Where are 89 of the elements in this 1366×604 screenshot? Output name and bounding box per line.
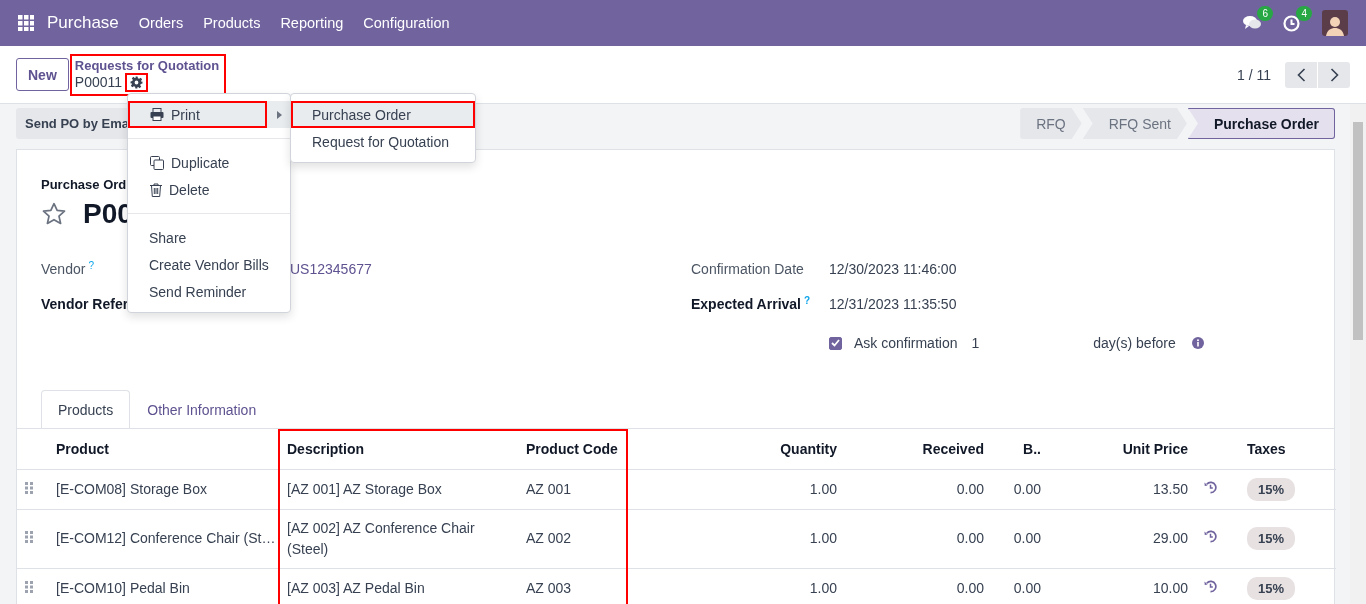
activity-count-badge: 4 bbox=[1296, 5, 1312, 21]
tab[interactable]: Products bbox=[41, 390, 131, 429]
chat-icon[interactable] bbox=[1243, 15, 1261, 31]
drag-handle-icon[interactable] bbox=[25, 580, 33, 593]
settings-button[interactable] bbox=[125, 72, 149, 92]
previous-button[interactable] bbox=[1285, 61, 1317, 88]
nav-menu-item[interactable]: Orders bbox=[138, 15, 184, 31]
table-cell: 1.00 bbox=[628, 509, 845, 568]
table-cell: 0.00 bbox=[992, 469, 1049, 509]
tax-tag[interactable]: 15% bbox=[1247, 576, 1296, 600]
column-header[interactable]: Received bbox=[845, 429, 992, 469]
table-cell: AZ 002 bbox=[518, 509, 628, 568]
drag-handle-icon[interactable] bbox=[25, 531, 33, 543]
table-cell: 0.00 bbox=[992, 509, 1049, 568]
days-suffix: day(s) before bbox=[1093, 335, 1176, 351]
tax-tag[interactable]: 15% bbox=[1247, 527, 1296, 550]
column-header[interactable]: Description bbox=[279, 429, 518, 469]
app-name[interactable]: Purchase bbox=[47, 13, 119, 33]
menu-item[interactable]: Create Vendor Bills bbox=[128, 251, 290, 278]
column-header[interactable]: Quantity bbox=[628, 429, 845, 469]
table-cell: [E-COM08] Storage Box bbox=[48, 469, 279, 509]
table-cell: 0.00 bbox=[992, 568, 1049, 604]
table-cell: AZ 001 bbox=[518, 469, 628, 509]
caret-icon bbox=[277, 110, 282, 119]
chevron-right-icon bbox=[1329, 67, 1339, 82]
table-cell: 29.00 bbox=[1049, 509, 1196, 568]
field-label: Vendor $^{?}$ bbox=[41, 261, 94, 278]
record-name: P00011 bbox=[74, 73, 123, 91]
message-count-badge: 6 bbox=[1257, 6, 1273, 21]
checkbox[interactable] bbox=[829, 336, 842, 350]
menu-item[interactable]: Share bbox=[128, 224, 290, 251]
status-stage[interactable]: RFQ bbox=[1020, 108, 1082, 139]
table-cell: [E-COM12] Conference Chair (St… bbox=[48, 509, 279, 568]
table-cell: 0.00 bbox=[845, 469, 992, 509]
history-icon[interactable] bbox=[1204, 579, 1217, 593]
status-stage[interactable]: Purchase Order bbox=[1187, 108, 1335, 139]
column-header[interactable]: Product Code bbox=[518, 429, 628, 469]
checkbox-label: Ask confirmation bbox=[854, 335, 958, 351]
column-header[interactable]: Product bbox=[48, 429, 279, 469]
date-field[interactable]: 12/31/2023 11:35:50 bbox=[829, 295, 957, 312]
column-header[interactable]: B.. bbox=[992, 429, 1049, 469]
field-label: Vendor Refer bbox=[41, 295, 129, 312]
menu-item[interactable]: Send Reminder bbox=[128, 278, 290, 305]
table-cell: [AZ 001] AZ Storage Box bbox=[279, 469, 518, 509]
nav-menu-item[interactable]: Products bbox=[203, 15, 261, 31]
table-cell: [E-COM10] Pedal Bin bbox=[48, 568, 279, 604]
pager-value[interactable]: 1 / 11 bbox=[1237, 66, 1271, 83]
table-cell: 1.00 bbox=[628, 568, 845, 604]
nav-menu-item[interactable]: Configuration bbox=[363, 15, 450, 31]
table-cell: [AZ 002] AZ Conference Chair (Steel) bbox=[279, 509, 518, 568]
new-button[interactable]: New bbox=[16, 58, 69, 91]
field-label: Confirmation Date bbox=[691, 260, 804, 277]
table-cell: AZ 003 bbox=[518, 568, 628, 604]
printer-icon bbox=[150, 108, 164, 121]
vendor-field[interactable]: US12345677 bbox=[290, 260, 372, 277]
field-label: Purchase Ord bbox=[41, 177, 127, 192]
next-button[interactable] bbox=[1318, 61, 1350, 88]
clock-icon[interactable] bbox=[1283, 14, 1300, 32]
field-label: Expected Arrival $^{?}$ bbox=[691, 296, 811, 313]
table-cell: [AZ 003] AZ Pedal Bin bbox=[279, 568, 518, 604]
table-cell: 0.00 bbox=[845, 509, 992, 568]
menu-item[interactable]: Delete bbox=[128, 176, 290, 203]
menu-item[interactable]: Purchase Order bbox=[291, 101, 475, 128]
star-icon[interactable] bbox=[41, 201, 67, 227]
table-cell: 13.50 bbox=[1049, 469, 1196, 509]
days-field[interactable]: 1 bbox=[971, 335, 980, 351]
menu-item[interactable]: Print bbox=[128, 101, 290, 128]
menu-item[interactable]: Duplicate bbox=[128, 149, 290, 176]
apps-menu-icon[interactable] bbox=[18, 15, 34, 31]
table-cell: 10.00 bbox=[1049, 568, 1196, 604]
history-icon[interactable] bbox=[1204, 530, 1217, 543]
nav-menu-item[interactable]: Reporting bbox=[280, 15, 344, 31]
user-avatar[interactable] bbox=[1322, 10, 1348, 36]
drag-handle-icon[interactable] bbox=[25, 481, 33, 494]
menu-item[interactable]: Request for Quotation bbox=[291, 128, 475, 155]
chevron-left-icon bbox=[1296, 67, 1306, 82]
column-header[interactable]: Taxes bbox=[1239, 429, 1336, 469]
trash-icon bbox=[150, 182, 162, 197]
table-cell: 1.00 bbox=[628, 469, 845, 509]
breadcrumb-link[interactable]: Requests for Quotation bbox=[74, 57, 220, 73]
date-field[interactable]: 12/30/2023 11:46:00 bbox=[829, 260, 957, 277]
table-cell: 0.00 bbox=[845, 568, 992, 604]
status-stage[interactable]: RFQ Sent bbox=[1082, 108, 1187, 139]
info-icon[interactable] bbox=[1191, 337, 1204, 349]
tax-tag[interactable]: 15% bbox=[1247, 477, 1296, 501]
history-icon[interactable] bbox=[1204, 480, 1217, 494]
scrollbar[interactable] bbox=[1350, 104, 1366, 604]
column-header[interactable]: Unit Price bbox=[1049, 429, 1196, 469]
copy-icon bbox=[150, 155, 164, 170]
